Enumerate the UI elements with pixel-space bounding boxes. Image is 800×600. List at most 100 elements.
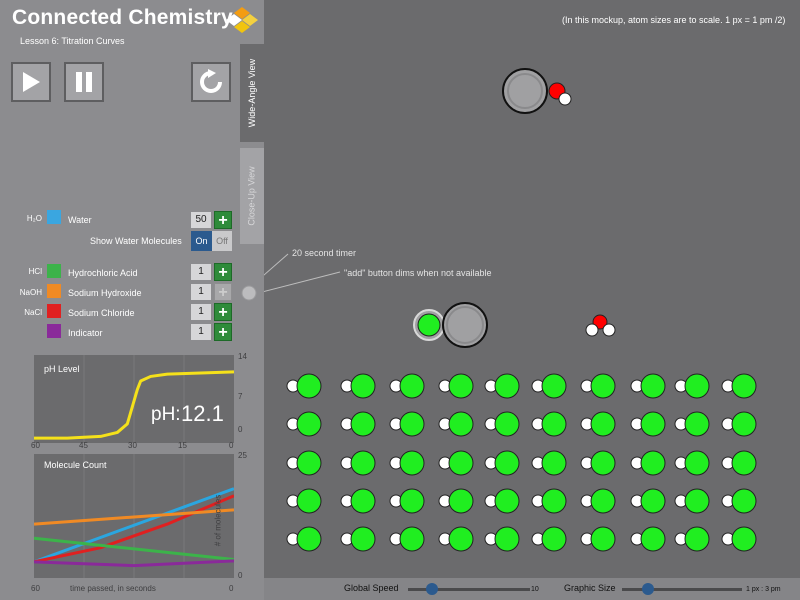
chloride-atom bbox=[640, 373, 666, 399]
global-speed-thumb[interactable] bbox=[426, 583, 438, 595]
show-water-label: Show Water Molecules bbox=[90, 236, 182, 246]
nacl-count[interactable]: 1 bbox=[191, 304, 211, 320]
particle-field bbox=[286, 68, 757, 552]
hcl-label: Hydrochloric Acid bbox=[68, 268, 138, 278]
chloride-atom bbox=[448, 411, 474, 437]
hydrogen-atom bbox=[585, 323, 599, 337]
chloride-atom bbox=[640, 450, 666, 476]
ph-ytick: 14 bbox=[238, 352, 247, 361]
count-xtick: 0 bbox=[229, 584, 234, 593]
chloride-atom bbox=[541, 450, 567, 476]
chloride-atom bbox=[731, 526, 757, 552]
indicator-label: Indicator bbox=[68, 328, 103, 338]
chloride-atom bbox=[296, 488, 322, 514]
chloride-atom bbox=[494, 450, 520, 476]
indicator-count[interactable]: 1 bbox=[191, 324, 211, 340]
chloride-atom bbox=[494, 411, 520, 437]
chloride-atom bbox=[541, 411, 567, 437]
chloride-atom bbox=[350, 411, 376, 437]
count-xtick: 60 bbox=[31, 584, 40, 593]
chloride-atom bbox=[590, 488, 616, 514]
reset-button[interactable] bbox=[191, 62, 231, 102]
chloride-atom bbox=[684, 411, 710, 437]
chloride-atom bbox=[640, 411, 666, 437]
count-chart-title: Molecule Count bbox=[44, 460, 107, 470]
chloride-atom bbox=[590, 411, 616, 437]
water-toggle-off[interactable]: Off bbox=[212, 231, 232, 251]
naoh-count[interactable]: 1 bbox=[191, 284, 211, 300]
chloride-ion bbox=[417, 313, 441, 337]
graphic-size-label: Graphic Size bbox=[564, 583, 616, 593]
water-count[interactable]: 50 bbox=[191, 212, 211, 228]
graphic-size-thumb[interactable] bbox=[642, 583, 654, 595]
simulation-view: (In this mockup, atom sizes are to scale… bbox=[264, 0, 800, 578]
play-button[interactable] bbox=[11, 62, 51, 102]
water-toggle-on[interactable]: On bbox=[191, 231, 212, 251]
chloride-atom bbox=[448, 526, 474, 552]
chloride-atom bbox=[684, 488, 710, 514]
add-water-button[interactable]: + bbox=[214, 211, 232, 229]
pause-icon bbox=[76, 72, 92, 92]
ph-ytick: 7 bbox=[238, 392, 243, 401]
chloride-atom bbox=[640, 488, 666, 514]
nacl-swatch bbox=[47, 304, 61, 318]
chloride-atom bbox=[296, 526, 322, 552]
indicator-swatch bbox=[47, 324, 61, 338]
hcl-count[interactable]: 1 bbox=[191, 264, 211, 280]
chemistry-logo bbox=[226, 7, 258, 33]
chloride-atom bbox=[590, 526, 616, 552]
nacl-label: Sodium Chloride bbox=[68, 308, 135, 318]
chloride-atom bbox=[350, 373, 376, 399]
naoh-label: Sodium Hydroxide bbox=[68, 288, 142, 298]
tab-close-up-view[interactable]: Close-Up View bbox=[240, 148, 264, 244]
chloride-atom bbox=[684, 526, 710, 552]
chloride-atom bbox=[590, 373, 616, 399]
ph-value: 12.1 bbox=[181, 401, 224, 426]
ph-chart-title: pH Level bbox=[44, 364, 80, 374]
chloride-atom bbox=[350, 450, 376, 476]
chloride-atom bbox=[640, 526, 666, 552]
chloride-atom bbox=[731, 373, 757, 399]
add-indicator-button[interactable]: + bbox=[214, 323, 232, 341]
add-nacl-button[interactable]: + bbox=[214, 303, 232, 321]
naoh-formula: NaOH bbox=[19, 288, 42, 297]
sodium-ion bbox=[502, 68, 548, 114]
ph-xtick: 15 bbox=[178, 441, 187, 450]
ph-xtick: 45 bbox=[79, 441, 88, 450]
chloride-atom bbox=[494, 488, 520, 514]
lesson-subtitle: Lesson 6: Titration Curves bbox=[20, 36, 125, 46]
nacl-formula: NaCl bbox=[24, 308, 42, 317]
graphic-size-value: 1 px : 3 pm bbox=[746, 586, 781, 593]
chloride-atom bbox=[399, 450, 425, 476]
hcl-swatch bbox=[47, 264, 61, 278]
graphic-size-track[interactable] bbox=[622, 588, 742, 591]
pause-button[interactable] bbox=[64, 62, 104, 102]
chloride-atom bbox=[296, 373, 322, 399]
chloride-atom bbox=[350, 488, 376, 514]
chloride-atom bbox=[448, 373, 474, 399]
chloride-atom bbox=[684, 373, 710, 399]
app-title: Connected Chemistry bbox=[12, 6, 233, 29]
add-naoh-button[interactable]: + bbox=[214, 283, 232, 301]
chloride-atom bbox=[541, 526, 567, 552]
count-ylabel: # of molecules bbox=[213, 494, 223, 547]
tab-wide-angle-view[interactable]: Wide-Angle View bbox=[240, 44, 264, 142]
global-speed-label: Global Speed bbox=[344, 583, 399, 593]
ph-xtick: 60 bbox=[31, 441, 40, 450]
timer-dial-icon bbox=[241, 285, 257, 301]
chloride-atom bbox=[494, 373, 520, 399]
hydrogen-atom bbox=[558, 92, 572, 106]
naoh-swatch bbox=[47, 284, 61, 298]
global-speed-value: 10 bbox=[531, 586, 539, 593]
chloride-atom bbox=[541, 488, 567, 514]
water-label: Water bbox=[68, 215, 92, 225]
chloride-atom bbox=[399, 488, 425, 514]
chloride-atom bbox=[684, 450, 710, 476]
chloride-atom bbox=[494, 526, 520, 552]
water-formula: H₂O bbox=[26, 214, 42, 223]
add-hcl-button[interactable]: + bbox=[214, 263, 232, 281]
chloride-atom bbox=[399, 373, 425, 399]
count-ytick: 25 bbox=[238, 451, 247, 460]
chloride-atom bbox=[350, 526, 376, 552]
chloride-atom bbox=[399, 411, 425, 437]
